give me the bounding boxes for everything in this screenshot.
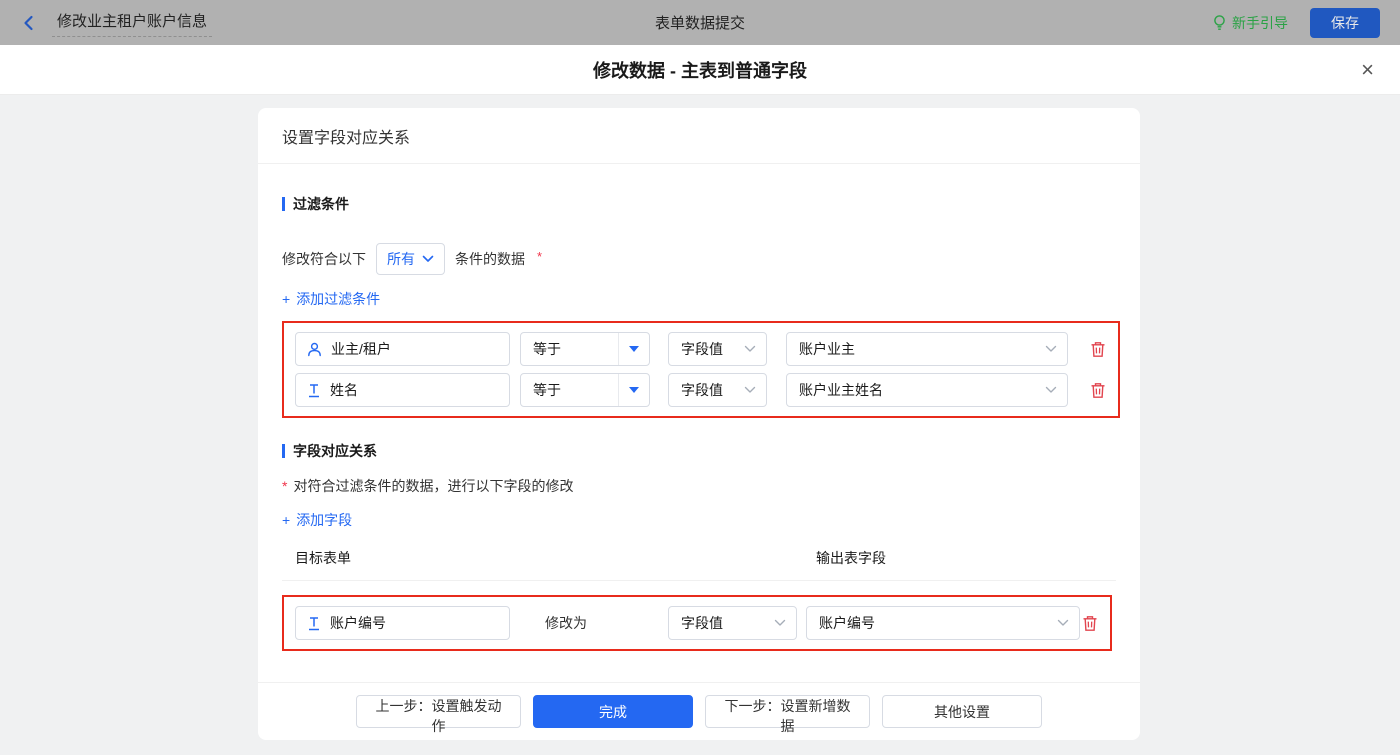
caret-down-icon [629,387,639,393]
output-field-column-label: 输出表字段 [816,548,1116,568]
section-marker [282,444,285,458]
card-title: 设置字段对应关系 [258,108,1140,164]
trash-icon [1082,615,1098,632]
field-mapping-card: 设置字段对应关系 过滤条件 修改符合以下 所有 条件的数据 * +添加过滤条 [258,108,1140,740]
close-icon[interactable]: × [1361,59,1374,81]
value-type-select[interactable]: 字段值 [668,373,767,407]
delete-row-button[interactable] [1090,341,1106,358]
value-select[interactable]: 账户业主 [786,332,1068,366]
done-button[interactable]: 完成 [533,695,693,728]
match-suffix-label: 条件的数据 [455,249,525,269]
delete-row-button[interactable] [1090,382,1106,399]
mapping-section-title: 字段对应关系 [282,441,1116,461]
chevron-down-icon [422,255,434,263]
mapping-description: *对符合过滤条件的数据，进行以下字段的修改 [282,476,1116,496]
match-mode-select[interactable]: 所有 [376,243,445,275]
user-icon [307,342,322,357]
operator-select[interactable]: 等于 [520,373,650,407]
chevron-down-icon [1057,619,1069,627]
caret-down-icon [629,346,639,352]
modify-to-label: 修改为 [545,613,633,633]
required-asterisk: * [537,249,542,264]
value-select[interactable]: 账户编号 [806,606,1080,640]
divider [282,580,1116,581]
field-selector[interactable]: 账户编号 [295,606,510,640]
filter-condition-row: 姓名 等于 字段值 账户业主姓名 [295,373,1106,407]
app-toolbar: 修改业主租户账户信息 表单数据提交 新手引导 保存 [0,0,1400,45]
mapping-row: 账户编号 修改为 字段值 账户编号 [295,606,1098,640]
value-type-select[interactable]: 字段值 [668,606,797,640]
value-type-select[interactable]: 字段值 [668,332,767,366]
guide-label: 新手引导 [1232,13,1288,33]
required-asterisk: * [282,478,287,494]
chevron-down-icon [1045,345,1057,353]
filter-condition-row: 业主/租户 等于 字段值 账户业主 [295,332,1106,366]
add-filter-condition-link[interactable]: +添加过滤条件 [282,289,380,309]
bulb-icon [1212,14,1227,31]
text-icon [307,616,321,631]
save-button[interactable]: 保存 [1310,8,1380,38]
back-button[interactable] [20,14,38,32]
add-field-link[interactable]: +添加字段 [282,510,352,530]
match-prefix-label: 修改符合以下 [282,249,366,269]
section-marker [282,197,285,211]
filter-section-title: 过滤条件 [282,194,1116,214]
modal-title: 修改数据 - 主表到普通字段 [593,57,807,83]
other-settings-button[interactable]: 其他设置 [882,695,1042,728]
field-selector[interactable]: 姓名 [295,373,510,407]
mapping-column-headers: 目标表单 输出表字段 [282,548,1116,568]
match-condition-row: 修改符合以下 所有 条件的数据 * [282,243,1116,275]
delete-row-button[interactable] [1082,615,1098,632]
mapping-rows-highlight-box: 账户编号 修改为 字段值 账户编号 [282,595,1112,651]
filter-rows-highlight-box: 业主/租户 等于 字段值 账户业主 [282,321,1120,418]
next-step-button[interactable]: 下一步：设置新增数据 [705,695,870,728]
chevron-down-icon [774,619,786,627]
operator-select[interactable]: 等于 [520,332,650,366]
card-footer: 上一步：设置触发动作 完成 下一步：设置新增数据 其他设置 [258,682,1140,740]
modal-header: 修改数据 - 主表到普通字段 × [0,45,1400,95]
chevron-left-icon [20,14,38,32]
field-selector[interactable]: 业主/租户 [295,332,510,366]
workflow-title[interactable]: 修改业主租户账户信息 [52,8,212,37]
prev-step-button[interactable]: 上一步：设置触发动作 [356,695,521,728]
value-select[interactable]: 账户业主姓名 [786,373,1068,407]
chevron-down-icon [744,345,756,353]
text-icon [307,383,321,398]
modal-body: 设置字段对应关系 过滤条件 修改符合以下 所有 条件的数据 * +添加过滤条 [0,95,1400,755]
trash-icon [1090,341,1106,358]
target-form-column-label: 目标表单 [295,548,351,568]
chevron-down-icon [744,386,756,394]
trash-icon [1090,382,1106,399]
chevron-down-icon [1045,386,1057,394]
beginner-guide-link[interactable]: 新手引导 [1212,13,1288,33]
